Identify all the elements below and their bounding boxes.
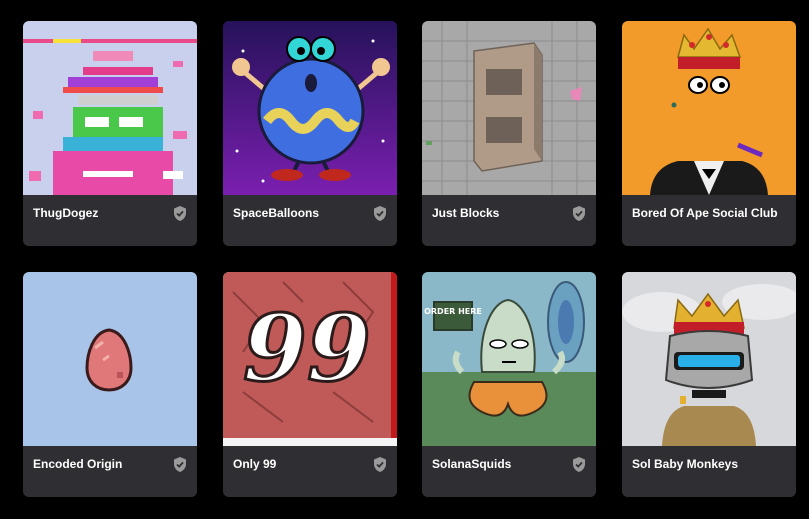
card-footer: Just Blocks [422, 195, 596, 246]
shield-check-icon [571, 456, 587, 473]
encoded-origin-artwork [23, 272, 197, 446]
shield-check-icon [372, 456, 388, 473]
card-footer: ThugDogez [23, 195, 197, 246]
collection-name: ThugDogez [33, 206, 99, 220]
spaceballoons-artwork [223, 21, 397, 195]
card-footer: Only 99 [223, 446, 397, 497]
bored-of-ape-artwork [622, 21, 796, 195]
order-here-sign-text: ORDER HERE [424, 307, 482, 316]
only-99-artwork: 99 [223, 272, 397, 446]
collection-name: SpaceBalloons [233, 206, 320, 220]
card-footer: Bored Of Ape Social Club [622, 195, 796, 246]
collection-name: Only 99 [233, 457, 277, 471]
card-footer: Encoded Origin [23, 446, 197, 497]
shield-check-icon [172, 456, 188, 473]
shield-check-icon [172, 205, 188, 222]
collection-card-thugdogez[interactable]: ThugDogez [23, 21, 197, 246]
shield-check-icon [571, 205, 587, 222]
card-footer: Sol Baby Monkeys [622, 446, 796, 497]
collection-card-sol-baby-monkeys[interactable]: Sol Baby Monkeys [622, 272, 796, 497]
just-blocks-artwork [422, 21, 596, 195]
collection-name: Just Blocks [432, 206, 500, 220]
collection-card-just-blocks[interactable]: Just Blocks [422, 21, 596, 246]
collection-name: Encoded Origin [33, 457, 123, 471]
collection-name: Bored Of Ape Social Club [632, 206, 778, 220]
collection-grid: ThugDogez SpaceBalloons Just Blocks Bore… [0, 0, 809, 519]
only-99-logo-text: 99 [243, 294, 371, 402]
sol-baby-monkeys-artwork [622, 272, 796, 446]
card-footer: SpaceBalloons [223, 195, 397, 246]
collection-name: Sol Baby Monkeys [632, 457, 739, 471]
solanasquids-artwork: ORDER HERE [422, 272, 596, 446]
collection-card-only-99[interactable]: 99 Only 99 [223, 272, 397, 497]
collection-name: SolanaSquids [432, 457, 512, 471]
shield-check-icon [372, 205, 388, 222]
collection-card-spaceballoons[interactable]: SpaceBalloons [223, 21, 397, 246]
thugdogez-artwork [23, 21, 197, 195]
card-footer: SolanaSquids [422, 446, 596, 497]
collection-card-encoded-origin[interactable]: Encoded Origin [23, 272, 197, 497]
collection-card-bored-of-ape-social-club[interactable]: Bored Of Ape Social Club [622, 21, 796, 246]
collection-card-solanasquids[interactable]: ORDER HERE SolanaSquids [422, 272, 596, 497]
